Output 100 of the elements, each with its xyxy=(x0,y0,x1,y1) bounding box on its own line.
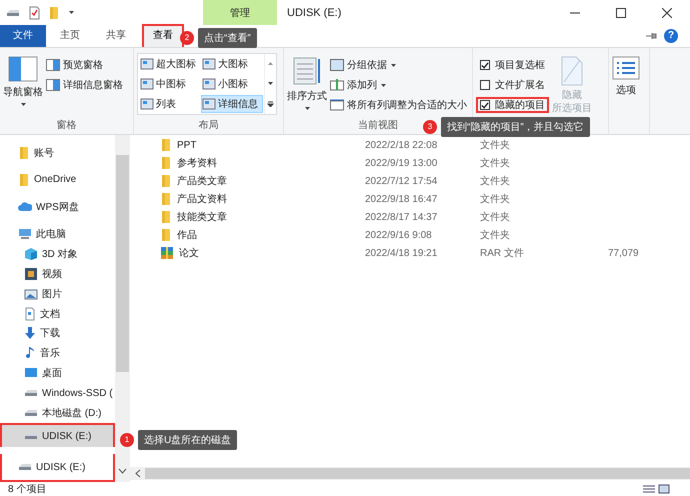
drive-icon xyxy=(18,464,32,470)
file-name[interactable]: 产品类文章 xyxy=(130,174,365,188)
scroll-up-icon xyxy=(267,61,274,66)
nav-item[interactable]: 音乐 xyxy=(0,343,115,364)
date-modified: 2022/8/17 14:37 xyxy=(365,212,438,222)
maximize-icon xyxy=(616,8,626,18)
nav-item[interactable]: WPS网盘 xyxy=(0,196,115,217)
folder-icon xyxy=(160,138,172,152)
file-type: 文件夹 xyxy=(480,192,511,206)
scroll-down-icon xyxy=(267,80,274,86)
file-type: 文件夹 xyxy=(480,138,511,152)
nav-item[interactable]: Windows-SSD ( xyxy=(0,383,115,404)
checkbox[interactable]: 隐藏的项目 xyxy=(476,97,549,113)
file-name[interactable]: PPT xyxy=(130,138,365,152)
layout-option[interactable]: 详细信息 xyxy=(201,95,263,113)
check-icon xyxy=(481,60,489,70)
file-type: 文件夹 xyxy=(480,228,511,242)
nav-item[interactable]: 图片 xyxy=(0,284,115,304)
file-menu-tab[interactable]: 文件 xyxy=(0,25,46,47)
folder-icon xyxy=(160,156,172,170)
nav-item[interactable]: 文档 xyxy=(0,304,115,324)
ribbon-button[interactable]: 排序方式 xyxy=(287,52,327,111)
nav-item[interactable]: 本地磁盘 (D:) xyxy=(0,403,115,424)
layout-option[interactable]: 小图标 xyxy=(201,75,263,93)
options-button[interactable]: 选项 xyxy=(612,52,640,97)
cloud-icon xyxy=(18,200,32,213)
file-type: 文件夹 xyxy=(480,174,511,188)
layout-option[interactable]: 列表 xyxy=(139,95,199,113)
layout-option[interactable]: 超大图标 xyxy=(139,55,199,73)
archive-icon xyxy=(160,246,174,260)
ribbon-button[interactable]: 导航窗格 xyxy=(3,52,43,107)
file-name[interactable]: 论文 xyxy=(130,246,365,260)
music-note-icon xyxy=(24,346,36,360)
checkbox[interactable]: 文件扩展名 xyxy=(476,77,549,93)
nav-item[interactable]: 视频 xyxy=(0,264,115,284)
file-type: 文件夹 xyxy=(480,210,511,224)
pane-icon xyxy=(46,59,60,71)
folder-icon xyxy=(160,192,172,206)
file-name[interactable]: 产品文资料 xyxy=(130,192,365,206)
nav-item[interactable]: 下载 xyxy=(0,324,115,344)
drive-icon xyxy=(24,433,38,440)
ribbon-button[interactable]: 分组依据 xyxy=(330,57,467,73)
context-tab[interactable]: 管理 xyxy=(203,0,277,25)
date-modified: 2022/4/18 19:21 xyxy=(365,248,438,258)
drive-icon xyxy=(24,410,38,416)
folder-icon xyxy=(18,146,30,160)
step-badge: 1 xyxy=(120,433,134,447)
date-modified: 2022/9/16 9:08 xyxy=(365,230,433,240)
date-modified: 2022/7/12 17:54 xyxy=(365,176,438,186)
nav-item[interactable]: 3D 对象 xyxy=(0,244,115,264)
file-name[interactable]: 作品 xyxy=(130,228,365,242)
fit-columns-icon xyxy=(330,99,344,111)
ribbon-button[interactable]: 详细信息窗格 xyxy=(46,77,123,93)
file-name[interactable]: 技能类文章 xyxy=(130,210,365,224)
options-list-icon xyxy=(612,56,640,80)
tiles-view-icon xyxy=(658,484,670,494)
ribbon-tab[interactable]: 查看 xyxy=(142,24,184,48)
tooltip: 点击“查看” xyxy=(198,28,257,48)
layout-option[interactable]: 中图标 xyxy=(139,75,199,93)
film-icon xyxy=(24,266,38,281)
add-column-icon xyxy=(330,79,344,91)
nav-item[interactable]: 此电脑 xyxy=(0,224,115,244)
expand-gallery-icon xyxy=(267,100,274,107)
folder-icon xyxy=(160,174,172,188)
file-name[interactable]: 参考资料 xyxy=(130,156,365,170)
tooltip: 找到“隐藏的项目”，并且勾选它 xyxy=(441,117,590,137)
checkbox[interactable]: 项目复选框 xyxy=(476,57,549,73)
scrollbar[interactable] xyxy=(115,135,130,482)
folder-icon xyxy=(160,210,172,224)
check-icon xyxy=(481,100,489,110)
sort-list-icon xyxy=(292,56,322,86)
view-icon xyxy=(202,98,216,110)
pin-icon xyxy=(646,32,658,40)
help-button[interactable]: ? xyxy=(664,29,678,43)
document-icon xyxy=(24,306,36,321)
view-icon xyxy=(140,98,154,110)
pane-icon xyxy=(46,79,60,91)
caret-icon xyxy=(304,106,310,111)
computer-icon xyxy=(18,228,32,240)
scroll-left-icon xyxy=(135,469,141,478)
details-view-icon xyxy=(643,484,655,494)
cube-icon xyxy=(24,246,38,261)
ribbon-button[interactable]: 将所有列调整为合适的大小 xyxy=(330,97,467,113)
nav-item[interactable]: 桌面 xyxy=(0,363,115,384)
ribbon-button[interactable]: 预览窗格 xyxy=(46,57,123,73)
picture-icon xyxy=(24,288,38,300)
scrollbar[interactable] xyxy=(130,467,690,480)
hide-page-icon xyxy=(560,56,584,86)
nav-item[interactable]: OneDrive xyxy=(0,170,115,190)
nav-item[interactable]: 账号 xyxy=(0,143,115,163)
item-count: 8 个项目 xyxy=(8,483,46,496)
view-icon xyxy=(140,78,154,90)
ribbon-button[interactable]: 添加列 xyxy=(330,77,467,93)
folder-icon xyxy=(48,6,60,20)
view-icon xyxy=(202,58,216,70)
group-label: 窗格 xyxy=(56,118,76,132)
checked-document-icon xyxy=(28,6,40,20)
file-size: 77,079 xyxy=(608,248,639,258)
nav-item[interactable]: UDISK (E:) xyxy=(0,423,115,448)
layout-option[interactable]: 大图标 xyxy=(201,55,263,73)
